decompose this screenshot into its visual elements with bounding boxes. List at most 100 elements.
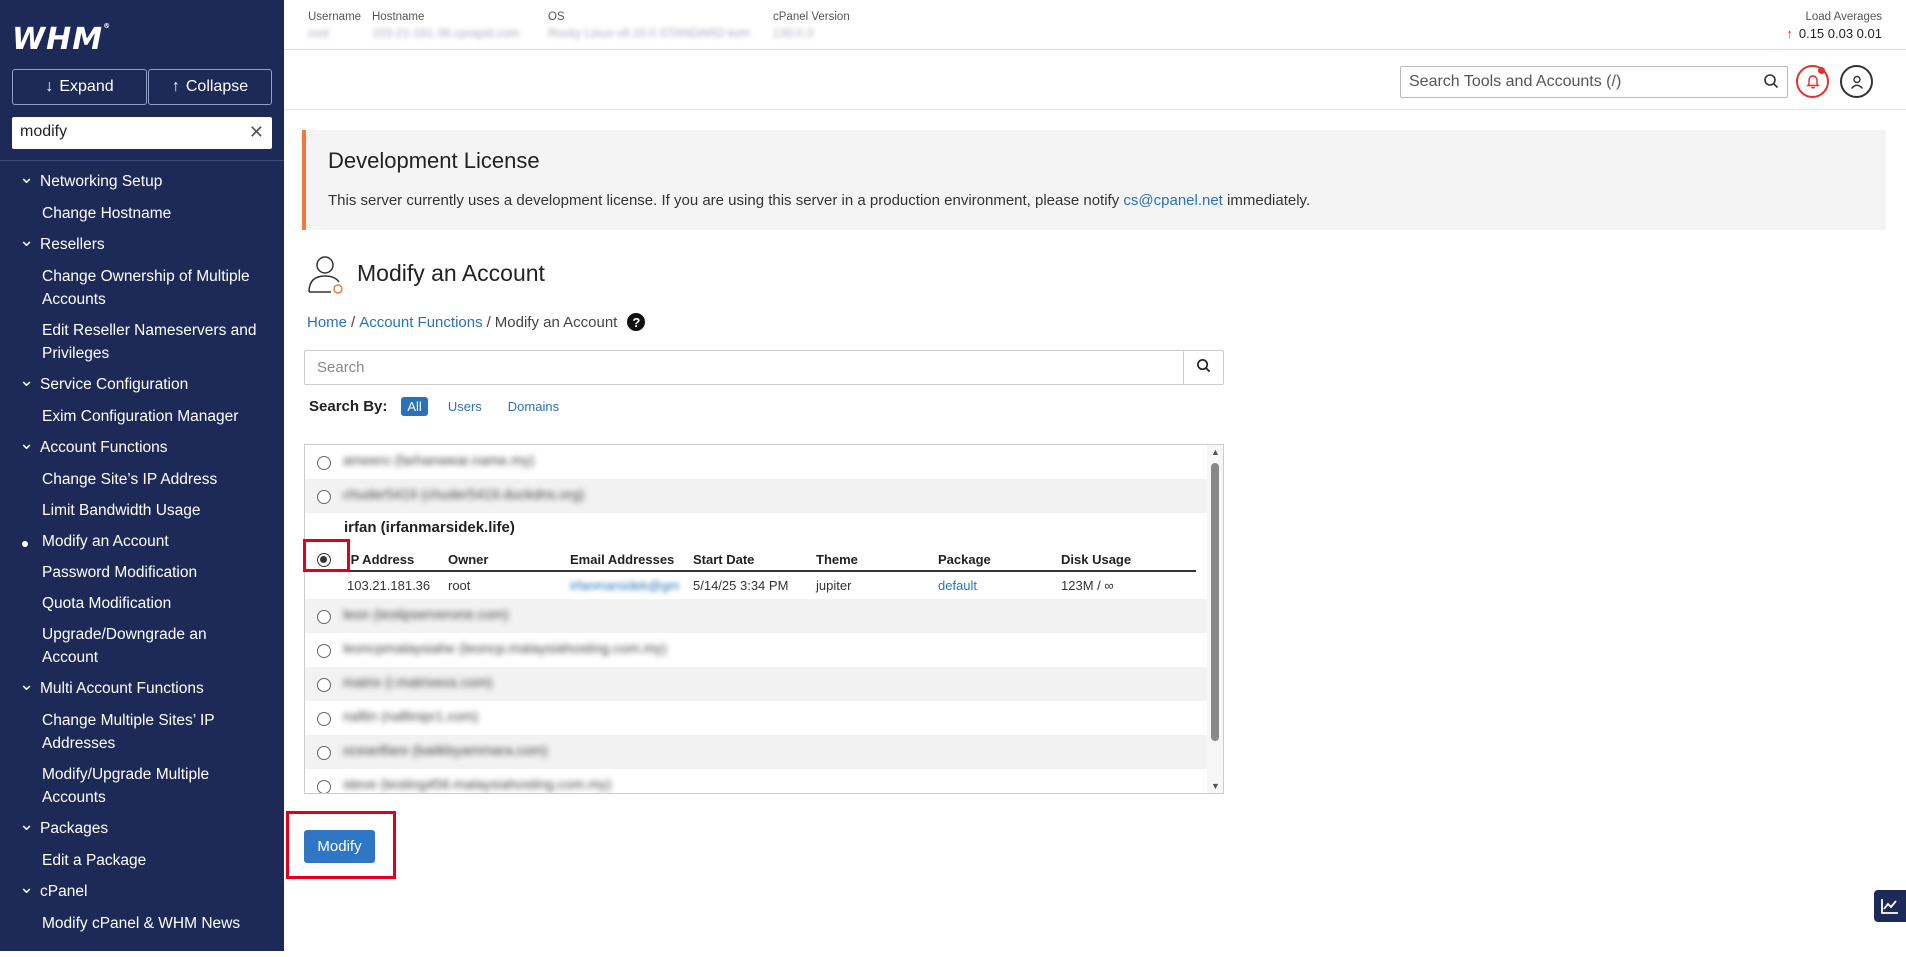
account-radio[interactable] bbox=[317, 644, 331, 658]
account-radio[interactable] bbox=[317, 712, 331, 726]
sidebar-group-label: Resellers bbox=[40, 236, 105, 253]
arrow-down-icon: ↓ bbox=[45, 78, 54, 95]
cpanel-version-info: cPanel Version 130.0.3 bbox=[773, 11, 850, 40]
scroll-down-icon[interactable]: ▼ bbox=[1211, 781, 1220, 791]
load-averages: Load Averages ↑ 0.15 0.03 0.01 bbox=[1786, 11, 1882, 41]
table-row: 103.21.181.36 root irfanmarsidek@gm 5/14… bbox=[343, 571, 1196, 595]
server-info-bar: Username root Hostname 103-21-181-36.cpr… bbox=[284, 0, 1906, 50]
account-row[interactable]: oceanflare (baitkbyammara.com) bbox=[305, 735, 1208, 769]
sidebar-search-input[interactable]: modify ✕ bbox=[12, 117, 272, 149]
sidebar-group-resellers[interactable]: ⌄ Resellers bbox=[0, 229, 284, 261]
sidebar-item-password-modification[interactable]: Password Modification bbox=[0, 557, 284, 588]
active-indicator bbox=[22, 541, 28, 547]
collapse-button[interactable]: ↑ Collapse bbox=[148, 69, 272, 105]
notifications-bell-icon[interactable] bbox=[1796, 65, 1829, 98]
package-link[interactable]: default bbox=[938, 578, 977, 593]
breadcrumb-account-functions[interactable]: Account Functions bbox=[359, 314, 482, 331]
sidebar-group-label: Networking Setup bbox=[40, 173, 163, 190]
sidebar-item-label: Change Ownership of Multiple Accounts bbox=[42, 268, 250, 308]
sidebar-item-modify-upgrade-multiple-accounts[interactable]: Modify/Upgrade Multiple Accounts bbox=[0, 759, 284, 813]
username-value: root bbox=[308, 26, 329, 40]
sidebar-nav: ⌄ Networking Setup Change Hostname ⌄ Reselle… bbox=[0, 166, 284, 939]
search-icon[interactable] bbox=[1763, 73, 1779, 94]
sidebar-group-label: Multi Account Functions bbox=[40, 680, 204, 697]
disk-usage-value: 123M / ∞ bbox=[1061, 578, 1114, 593]
sidebar-item-label: Modify/Upgrade Multiple Accounts bbox=[42, 766, 210, 806]
sidebar-item-change-hostname[interactable]: Change Hostname bbox=[0, 198, 284, 229]
sidebar-item-change-ownership-of-multiple-accounts[interactable]: Change Ownership of Multiple Accounts bbox=[0, 261, 284, 315]
scrollbar-thumb[interactable] bbox=[1211, 463, 1219, 741]
sidebar-item-label: Modify cPanel & WHM News bbox=[42, 915, 241, 932]
whm-logo[interactable]: WHM® bbox=[12, 22, 111, 57]
sidebar-item-limit-bandwidth-usage[interactable]: Limit Bandwidth Usage bbox=[0, 495, 284, 526]
chevron-down-icon: ⌄ bbox=[19, 877, 35, 897]
search-by-all[interactable]: All bbox=[401, 397, 428, 416]
cpanel-version-value: 130.0.3 bbox=[773, 26, 814, 40]
account-row[interactable]: matrix (i.matrixeos.com) bbox=[305, 667, 1208, 701]
account-row[interactable]: leoncpmalaysiahe (leoncp.malaysiahosting… bbox=[305, 633, 1208, 667]
breadcrumb-current: Modify an Account bbox=[494, 313, 618, 331]
chevron-down-icon: ⌄ bbox=[19, 230, 35, 250]
graph-icon[interactable] bbox=[1874, 890, 1906, 922]
sidebar-item-modify-an-account[interactable]: Modify an Account bbox=[0, 526, 284, 557]
sidebar-group-cpanel[interactable]: ⌄ cPanel bbox=[0, 876, 284, 908]
sidebar-group-multi-account-functions[interactable]: ⌄ Multi Account Functions bbox=[0, 673, 284, 705]
list-scrollbar[interactable]: ▲ ▼ bbox=[1207, 445, 1223, 793]
license-email-link[interactable]: cs@cpanel.net bbox=[1123, 192, 1222, 209]
sidebar-item-exim-configuration-manager[interactable]: Exim Configuration Manager bbox=[0, 401, 284, 432]
scroll-up-icon[interactable]: ▲ bbox=[1211, 447, 1220, 457]
account-radio[interactable] bbox=[317, 490, 331, 504]
account-row[interactable]: leon (testipserverone.com) bbox=[305, 599, 1208, 633]
sidebar-group-networking-setup[interactable]: ⌄ Networking Setup bbox=[0, 166, 284, 198]
sidebar-group-account-functions[interactable]: ⌄ Account Functions bbox=[0, 432, 284, 464]
account-radio[interactable] bbox=[317, 678, 331, 692]
sidebar: WHM® ↓ Expand ↑ Collapse modify ✕ ⌄ Network… bbox=[0, 0, 284, 951]
sidebar-item-modify-cpanel-whm-news[interactable]: Modify cPanel & WHM News bbox=[0, 908, 284, 939]
help-icon[interactable]: ? bbox=[627, 313, 646, 331]
breadcrumb-separator: / bbox=[486, 313, 491, 331]
clear-icon[interactable]: ✕ bbox=[249, 122, 264, 143]
header-bar: Search Tools and Accounts (/) bbox=[284, 51, 1906, 110]
account-radio[interactable] bbox=[317, 746, 331, 760]
account-name: matrix (i.matrixeos.com) bbox=[343, 674, 493, 690]
account-radio[interactable] bbox=[317, 780, 331, 793]
selected-radio-highlight bbox=[303, 539, 350, 572]
sidebar-item-change-multiple-sites-ip-addresses[interactable]: Change Multiple Sites’ IP Addresses bbox=[0, 705, 284, 759]
account-radio[interactable] bbox=[317, 456, 331, 470]
sidebar-item-label: Edit Reseller Nameservers and Privileges bbox=[42, 322, 257, 362]
breadcrumb-home[interactable]: Home bbox=[307, 314, 347, 331]
account-list[interactable]: ameero (farhanwear.name.my) chuder5419 (… bbox=[304, 444, 1224, 794]
col-theme: Theme bbox=[812, 549, 934, 572]
account-search-placeholder: Search bbox=[317, 359, 365, 376]
ip-address-value: 103.21.181.36 bbox=[347, 578, 431, 593]
selected-account-row[interactable]: irfan (irfanmarsidek.life) IP Address Ow… bbox=[305, 513, 1208, 599]
arrow-up-icon: ↑ bbox=[1786, 26, 1793, 41]
account-row[interactable]: chuder5419 (chuder5419.duckdns.org) bbox=[305, 479, 1208, 513]
sidebar-item-quota-modification[interactable]: Quota Modification bbox=[0, 588, 284, 619]
search-tools-input[interactable]: Search Tools and Accounts (/) bbox=[1400, 66, 1788, 98]
sidebar-item-edit-reseller-nameservers-and-privileges[interactable]: Edit Reseller Nameservers and Privileges bbox=[0, 315, 284, 369]
account-row[interactable]: ameero (farhanwear.name.my) bbox=[305, 445, 1208, 479]
search-tools-placeholder: Search Tools and Accounts (/) bbox=[1409, 73, 1622, 90]
sidebar-group-service-configuration[interactable]: ⌄ Service Configuration bbox=[0, 369, 284, 401]
expand-button[interactable]: ↓ Expand bbox=[12, 69, 147, 105]
sidebar-group-packages[interactable]: ⌄ Packages bbox=[0, 813, 284, 845]
account-search-button[interactable] bbox=[1183, 351, 1223, 384]
sidebar-item-label: Change Multiple Sites’ IP Addresses bbox=[42, 712, 215, 752]
account-search-input[interactable]: Search bbox=[304, 350, 1224, 385]
user-account-icon[interactable] bbox=[1840, 65, 1873, 98]
sidebar-item-label: Upgrade/Downgrade an Account bbox=[42, 626, 207, 666]
load-averages-values: 0.15 0.03 0.01 bbox=[1798, 26, 1882, 41]
owner-value: root bbox=[448, 578, 471, 593]
sidebar-item-label: Password Modification bbox=[42, 564, 198, 581]
search-by-domains[interactable]: Domains bbox=[502, 397, 565, 416]
account-details-table: IP Address Owner Email Addresses Start D… bbox=[343, 549, 1196, 595]
sidebar-item-edit-a-package[interactable]: Edit a Package bbox=[0, 845, 284, 876]
account-row[interactable]: naftin (naftinipr1.com) bbox=[305, 701, 1208, 735]
sidebar-item-upgrade-downgrade-an-account[interactable]: Upgrade/Downgrade an Account bbox=[0, 619, 284, 673]
search-by-users[interactable]: Users bbox=[442, 397, 488, 416]
account-radio[interactable] bbox=[317, 610, 331, 624]
account-row[interactable]: steve (testing456.malaysiahosting.com.my… bbox=[305, 769, 1208, 793]
username-info: Username root bbox=[308, 11, 361, 40]
sidebar-item-change-site-s-ip-address[interactable]: Change Site’s IP Address bbox=[0, 464, 284, 495]
